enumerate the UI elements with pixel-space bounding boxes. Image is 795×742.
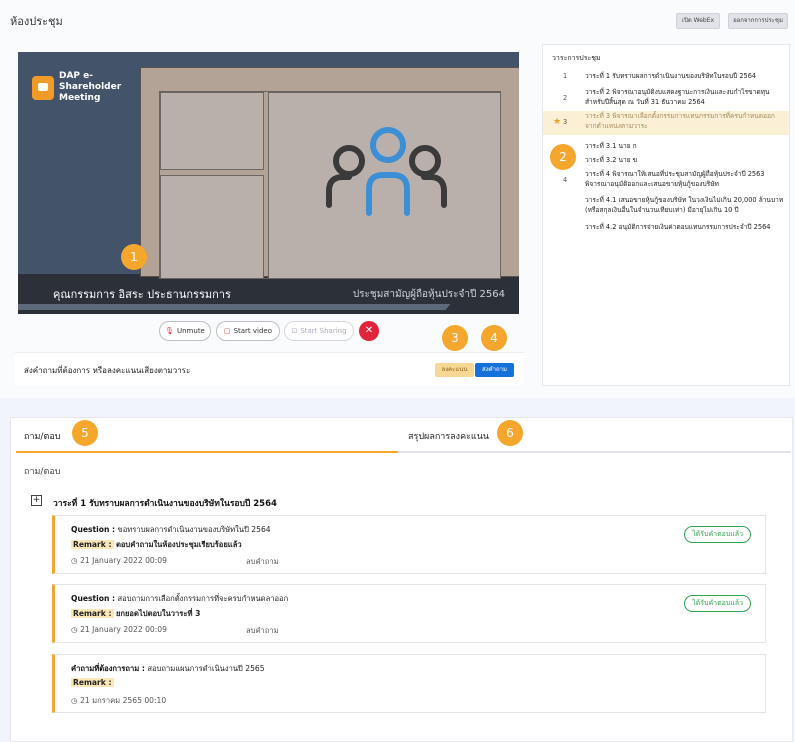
agenda-panel: วาระการประชุม 1 วาระที่ 1 รับทราบผลการดำ… [542,44,790,386]
vote-button[interactable]: ลงคะแนน [435,363,474,377]
answered-badge: ได้รับคำตอบแล้ว [684,526,751,543]
agenda-group-title: วาระที่ 1 รับทราบผลการดำเนินงานของบริษัท… [53,499,277,509]
expand-icon[interactable]: + [31,495,42,506]
leave-meeting-button[interactable]: ออกจากการประชุม [728,13,788,29]
callout-badge-3: 3 [442,325,468,351]
clock-icon: ◷ [71,696,78,705]
answered-badge: ได้รับคำตอบแล้ว [684,595,751,612]
agenda-item[interactable]: 1 วาระที่ 1 รับทราบผลการดำเนินงานของบริษ… [543,71,789,83]
start-sharing-label: Start Sharing [300,327,347,335]
video-stage [140,67,519,279]
microphone-muted-icon: 🎙 [165,327,174,335]
remark-text: ยกยอดไปตอบในวาระที่ 3 [115,609,201,618]
participant-tile-main [268,92,501,279]
question-text: ขอทราบผลการดำเนินงานของบริษัทในปี 2564 [117,525,271,534]
participant-grid [159,91,501,279]
agenda-title: วาระการประชุม [552,54,601,62]
meeting-room-panel: ห้องประชุม เปิด WebEx ออกจากการประชุม DA… [0,0,795,398]
unmute-button[interactable]: 🎙 Unmute [159,321,211,341]
agenda-item[interactable]: 2 วาระที่ 2 พิจารณาอนุมัติงบแสดงฐานะการเ… [543,87,789,111]
question-date: 21 January 2022 00:09 [80,556,167,565]
question-text: สอบถามการเลือกตั้งกรรมการที่จะครบกำหนดลา… [117,594,289,603]
ask-question-button[interactable]: ส่งคำถาม [475,363,514,377]
delete-question-link[interactable]: ลบคำถาม [246,556,279,568]
callout-badge-4: 4 [481,325,507,351]
send-question-bar: ส่งคำถามที่ต้องการ หรือลงคะแนนเสียงตามวา… [15,352,524,385]
unmute-label: Unmute [177,327,205,335]
callout-badge-2: 2 [550,144,576,170]
clock-icon: ◷ [71,625,78,634]
participant-tile [160,175,264,279]
tab-qa[interactable]: ถาม/ตอบ [24,429,60,443]
clock-icon: ◷ [71,556,78,565]
delete-question-link[interactable]: ลบคำถาม [246,625,279,637]
participants-placeholder-icon [326,127,447,216]
start-video-label: Start video [233,327,273,335]
share-screen-icon: ⊡ [291,327,298,335]
camera-off-icon: ▢ [223,327,231,335]
start-video-button[interactable]: ▢ Start video [216,321,280,341]
question-card: Question : ขอทราบผลการดำเนินงานของบริษัท… [52,515,766,574]
agenda-item-active[interactable]: ★ 3 วาระที่ 3 พิจารณาเลือกตั้งกรรมการแทน… [543,111,789,135]
open-webex-button[interactable]: เปิด WebEx [676,13,720,29]
callout-badge-6: 6 [497,420,523,446]
send-question-label: ส่งคำถามที่ต้องการ หรือลงคะแนนเสียงตามวา… [24,366,191,375]
agenda-subitem[interactable]: วาระที่ 4.2 อนุมัติการจ่ายเงินค่าตอบแทนก… [543,222,789,234]
dap-logo-icon [32,76,54,100]
tab-vote-summary[interactable]: สรุปผลการลงคะแนน [408,429,489,443]
question-card: Question : สอบถามการเลือกตั้งกรรมการที่จ… [52,584,766,643]
video-logo-text: DAP e-Shareholder Meeting [59,71,122,103]
qa-section-title: ถาม/ตอบ [24,467,61,477]
agenda-item[interactable]: 4 วาระที่ 4 พิจารณาให้เสนอที่ประชุมสามัญ… [543,169,789,193]
agenda-subitem[interactable]: วาระที่ 3.1 นาย ก [543,141,789,153]
end-call-button[interactable]: ✕ [359,321,379,341]
participant-tile [160,92,264,170]
question-date: 21 มกราคม 2565 00:10 [80,696,167,705]
agenda-subitem[interactable]: วาระที่ 3.2 นาย ข [543,155,789,167]
agenda-subitem[interactable]: วาระที่ 4.1 เสนอขายหุ้นกู้ของบริษัท ในวง… [543,195,789,219]
speaker-caption: คุณกรรมการ อิสระ ประธานกรรมการ [53,288,231,301]
star-icon: ★ [553,117,562,127]
question-text: สอบถามแผนการดำเนินงานปี 2565 [147,664,265,673]
question-date: 21 January 2022 00:09 [80,625,167,634]
tab-indicator [16,451,398,453]
question-card: คำถามที่ต้องการถาม : สอบถามแผนการดำเนินง… [52,654,766,713]
qa-panel: ถาม/ตอบ สรุปผลการลงคะแนน ถาม/ตอบ + วาระท… [10,417,793,742]
video-feed: DAP e-Shareholder Meeting คุณกรรมการ อิส… [18,52,519,314]
meeting-caption: ประชุมสามัญผู้ถือหุ้นประจำปี 2564 [352,289,505,300]
callout-badge-5: 5 [72,420,98,446]
page-title: ห้องประชุม [10,15,63,28]
close-icon: ✕ [364,325,374,336]
callout-badge-1: 1 [121,244,147,270]
remark-text: ตอบคำถามในห้องประชุมเรียบร้อยแล้ว [115,540,242,549]
start-sharing-button[interactable]: ⊡ Start Sharing [284,321,354,341]
